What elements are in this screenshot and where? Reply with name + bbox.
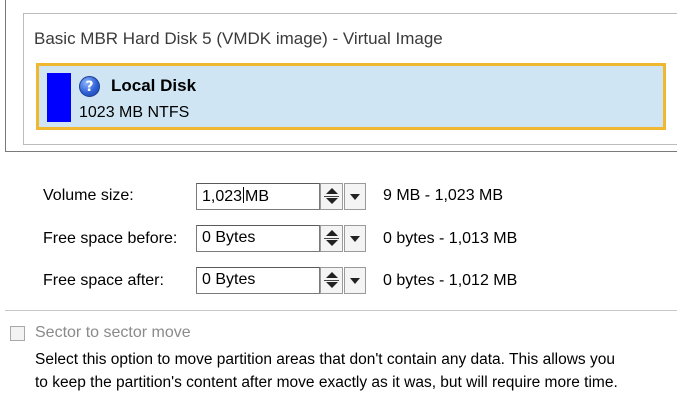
free-space-after-input[interactable]: 0 Bytes	[196, 267, 320, 294]
sector-to-sector-checkbox[interactable]	[10, 326, 25, 341]
spin-down-icon[interactable]	[326, 240, 338, 246]
free-space-after-label: Free space after:	[43, 272, 164, 289]
volume-size-unit-dropdown[interactable]	[344, 183, 366, 210]
volume-size-value: 1,023	[202, 188, 243, 205]
free-space-before-unit-dropdown[interactable]	[344, 225, 366, 252]
volume-size-range: 9 MB - 1,023 MB	[383, 187, 504, 204]
partition-info: 1023 MB NTFS	[79, 104, 190, 121]
free-space-before-control: 0 Bytes	[196, 225, 366, 252]
section-divider	[5, 310, 677, 311]
text-cursor	[243, 187, 245, 203]
chevron-down-icon	[350, 194, 360, 200]
volume-size-unit: MB	[245, 188, 270, 205]
disk-container: Basic MBR Hard Disk 5 (VMDK image) - Vir…	[23, 13, 677, 145]
sector-to-sector-label[interactable]: Sector to sector move	[35, 324, 191, 342]
help-icon[interactable]: ?	[79, 76, 100, 97]
volume-size-input[interactable]: 1,023 MB	[196, 183, 320, 210]
spin-down-icon[interactable]	[326, 198, 338, 204]
description-line: to keep the partition's content after mo…	[35, 374, 618, 391]
disk-map-panel: Basic MBR Hard Disk 5 (VMDK image) - Vir…	[5, 0, 677, 152]
spin-up-icon[interactable]	[326, 272, 338, 278]
free-space-before-range: 0 bytes - 1,013 MB	[383, 230, 518, 247]
volume-size-control: 1,023 MB	[196, 183, 366, 210]
disk-title: Basic MBR Hard Disk 5 (VMDK image) - Vir…	[34, 29, 443, 48]
free-space-after-unit-dropdown[interactable]	[344, 267, 366, 294]
free-space-after-range: 0 bytes - 1,012 MB	[383, 272, 518, 289]
free-space-before-label: Free space before:	[43, 230, 178, 247]
partition-label: Local Disk	[111, 76, 197, 95]
description-line: Select this option to move partition are…	[35, 351, 615, 368]
spin-up-icon[interactable]	[326, 188, 338, 194]
chevron-down-icon	[350, 278, 360, 284]
partition-block-local-disk[interactable]: ? Local Disk 1023 MB NTFS	[36, 63, 666, 130]
free-space-after-spinner[interactable]	[320, 267, 343, 294]
volume-size-spinner[interactable]	[320, 183, 343, 210]
sector-move-description: Select this option to move partition are…	[35, 348, 675, 394]
spin-divider	[324, 280, 339, 281]
free-space-before-spinner[interactable]	[320, 225, 343, 252]
partition-color-swatch	[47, 73, 71, 122]
free-space-after-control: 0 Bytes	[196, 267, 366, 294]
free-space-before-input[interactable]: 0 Bytes	[196, 225, 320, 252]
spin-down-icon[interactable]	[326, 282, 338, 288]
spin-divider	[324, 196, 339, 197]
spin-up-icon[interactable]	[326, 230, 338, 236]
chevron-down-icon	[350, 236, 360, 242]
volume-size-label: Volume size:	[43, 187, 134, 204]
spin-divider	[324, 238, 339, 239]
